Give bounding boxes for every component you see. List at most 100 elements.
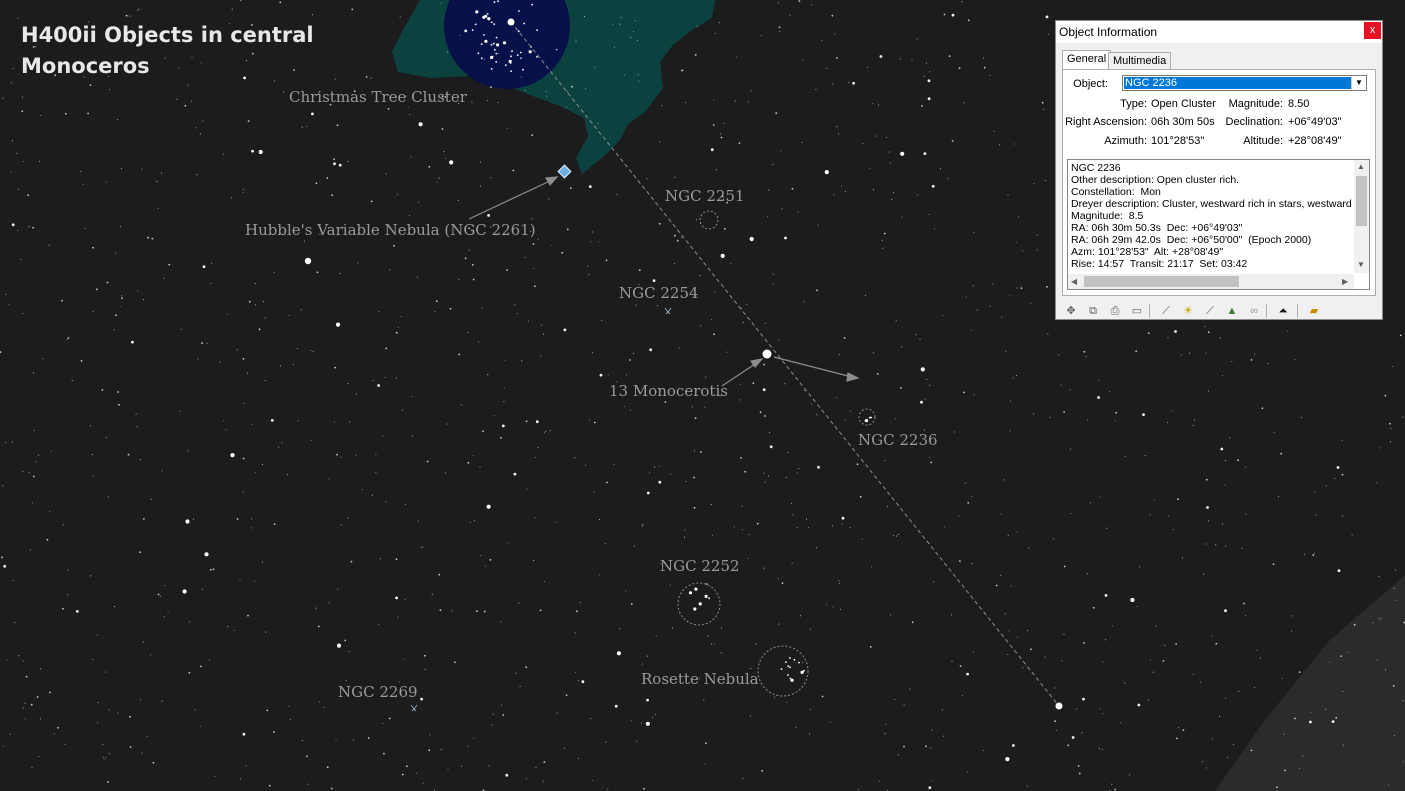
star <box>223 420 225 422</box>
star <box>897 533 899 535</box>
star <box>1224 484 1226 486</box>
sun-icon[interactable]: ☀ <box>1180 303 1196 319</box>
scroll-left-icon[interactable]: ◀ <box>1071 277 1077 286</box>
star <box>699 275 701 277</box>
star <box>348 651 350 653</box>
star <box>135 413 137 415</box>
star <box>1389 422 1391 425</box>
star <box>1090 502 1092 504</box>
star <box>315 607 317 609</box>
star <box>1130 597 1135 603</box>
book-icon[interactable]: ▭ <box>1129 303 1145 319</box>
chart-icon[interactable]: ▲ <box>1224 303 1240 319</box>
object-select[interactable]: NGC 2236 ▼ <box>1122 75 1367 91</box>
copy-icon[interactable]: ⧉ <box>1085 303 1101 319</box>
star <box>194 709 196 711</box>
star <box>1379 447 1381 449</box>
star <box>438 573 441 576</box>
star <box>326 766 329 769</box>
star <box>619 23 621 25</box>
star <box>543 580 545 582</box>
star <box>467 461 470 464</box>
scroll-down-icon[interactable]: ▼ <box>1357 260 1365 269</box>
star <box>764 415 766 417</box>
star <box>836 57 838 59</box>
object-information-dialog[interactable]: Object Information x General Multimedia … <box>1055 20 1383 320</box>
star <box>693 506 696 509</box>
chevron-down-icon[interactable]: ▼ <box>1351 76 1366 90</box>
star <box>131 340 134 344</box>
star <box>696 219 698 221</box>
star <box>445 157 447 159</box>
star <box>121 297 123 300</box>
star <box>532 243 535 245</box>
star <box>138 8 140 10</box>
star <box>347 160 349 163</box>
bright-star <box>304 257 312 265</box>
star <box>966 672 969 676</box>
close-button[interactable]: x <box>1364 22 1381 39</box>
center-icon[interactable]: ✥ <box>1063 303 1079 319</box>
label-ngc2251: NGC 2251 <box>665 187 745 205</box>
star <box>449 160 454 165</box>
star <box>909 688 911 690</box>
dialog-titlebar[interactable]: Object Information x <box>1056 21 1382 43</box>
star <box>1009 400 1012 402</box>
vertical-scrollbar[interactable]: ▲ ▼ <box>1354 160 1369 273</box>
star <box>850 410 852 412</box>
star <box>954 431 956 433</box>
object-select-value[interactable]: NGC 2236 <box>1123 76 1352 90</box>
star <box>740 457 742 459</box>
star <box>1324 708 1327 710</box>
cluster-star <box>477 52 480 55</box>
print-icon[interactable]: ⎙ <box>1107 303 1123 319</box>
scroll-right-icon[interactable]: ▶ <box>1342 277 1348 286</box>
star <box>589 419 591 421</box>
star <box>428 165 431 168</box>
star <box>11 140 14 142</box>
horizontal-scroll-thumb[interactable] <box>1084 276 1239 287</box>
star <box>973 231 975 233</box>
vertical-scroll-thumb[interactable] <box>1356 176 1367 226</box>
label-rosette-nebula: Rosette Nebula <box>641 670 759 688</box>
cluster-star <box>495 61 498 63</box>
star <box>658 480 662 484</box>
star <box>142 299 145 301</box>
star <box>120 168 123 170</box>
open-folder-icon[interactable]: ▰ <box>1306 303 1322 319</box>
star <box>454 661 456 664</box>
horizontal-scrollbar[interactable]: ◀ ▶ <box>1068 274 1354 289</box>
star <box>1149 659 1151 661</box>
tab-multimedia[interactable]: Multimedia <box>1108 52 1172 69</box>
star <box>420 697 423 701</box>
star <box>563 747 566 749</box>
star <box>80 171 82 173</box>
telescope-icon[interactable]: ⟋ <box>1202 303 1218 319</box>
star <box>500 621 502 623</box>
star <box>24 702 26 704</box>
star <box>441 128 444 130</box>
star <box>344 639 347 642</box>
star <box>862 143 864 145</box>
star <box>251 423 253 426</box>
star <box>929 71 931 73</box>
star <box>894 698 896 700</box>
star <box>804 389 806 391</box>
scroll-up-icon[interactable]: ▲ <box>1357 162 1365 171</box>
star <box>749 236 754 242</box>
star <box>402 409 404 411</box>
ruler-icon[interactable]: ⟋ <box>1158 303 1174 319</box>
star <box>720 253 725 258</box>
star <box>943 735 945 737</box>
star <box>407 106 409 108</box>
star <box>638 269 641 272</box>
tab-general[interactable]: General <box>1062 50 1112 70</box>
star <box>2 97 4 99</box>
up-arrow-icon[interactable]: ⏶ <box>1275 303 1291 319</box>
star <box>434 311 436 313</box>
description-box[interactable]: NGC 2236 Other description: Open cluster… <box>1067 159 1370 290</box>
star <box>711 534 714 536</box>
star <box>970 329 972 331</box>
star <box>710 504 712 506</box>
link-icon[interactable]: ∞ <box>1246 303 1262 319</box>
